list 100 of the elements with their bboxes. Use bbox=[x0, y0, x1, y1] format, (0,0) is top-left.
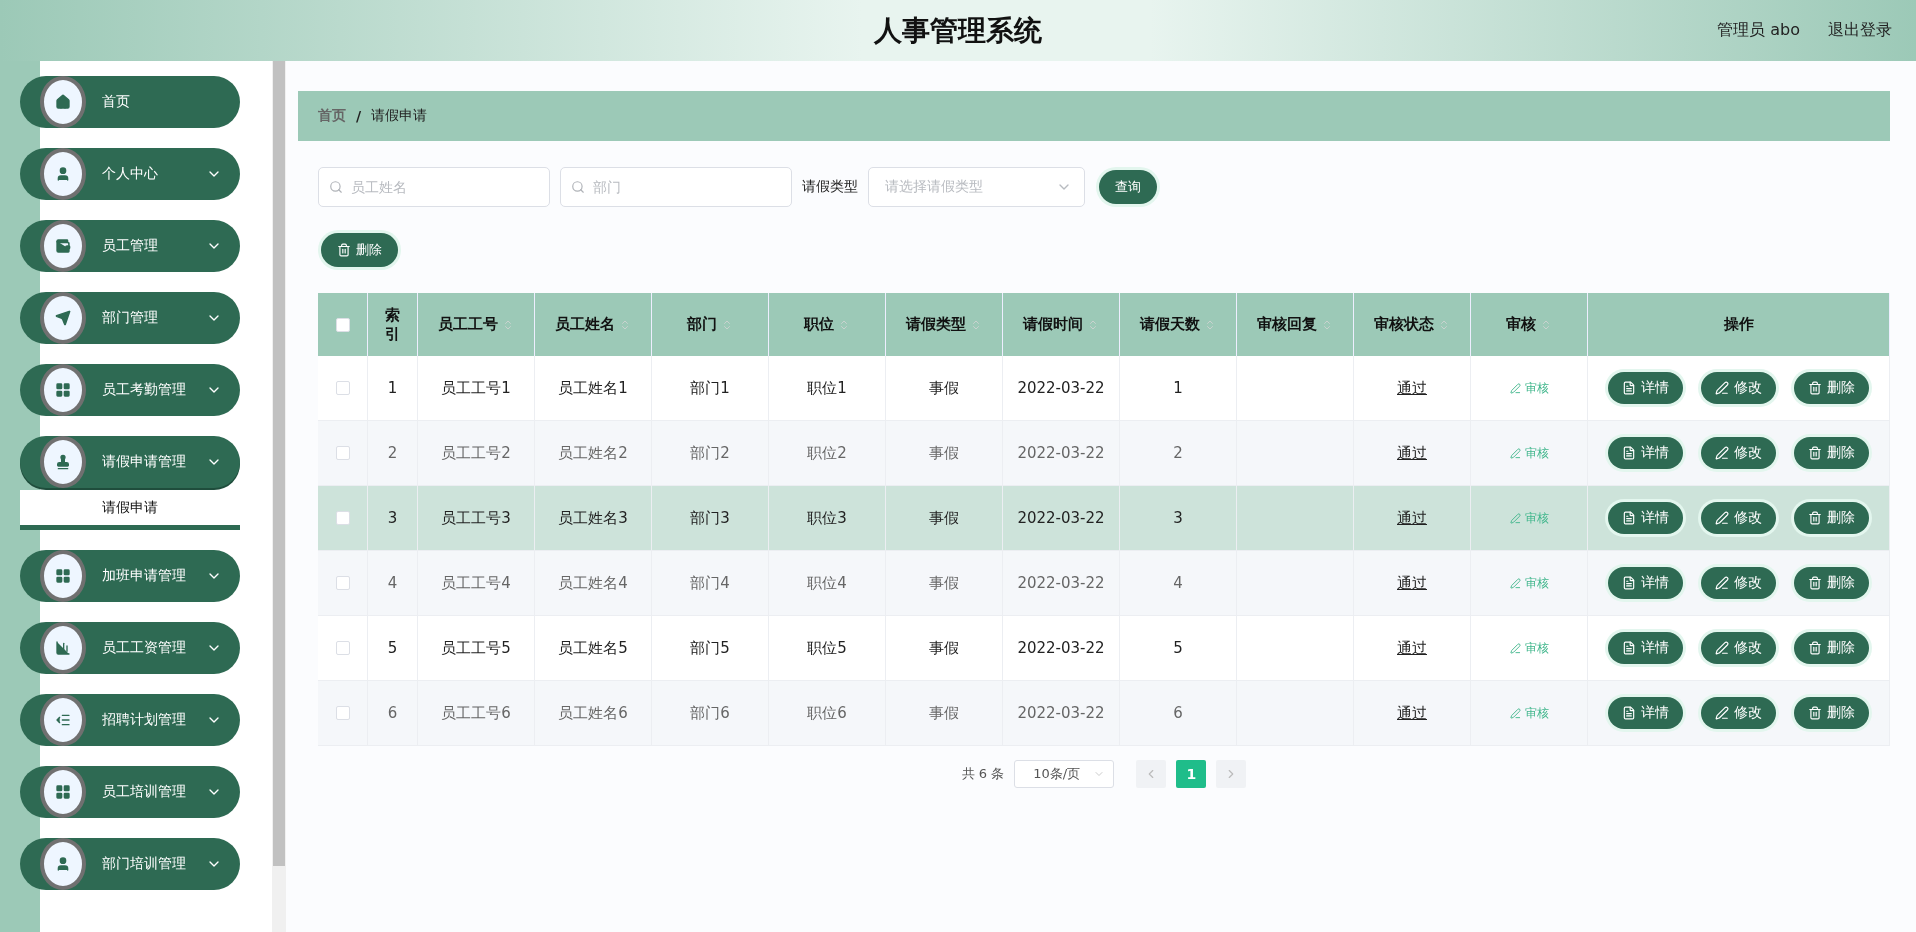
table-cell: 2 bbox=[368, 421, 418, 486]
document-icon bbox=[1622, 706, 1636, 720]
submenu-item[interactable]: 请假申请 bbox=[20, 490, 240, 530]
table-cell: 部门1 bbox=[652, 356, 769, 421]
user-icon bbox=[55, 856, 71, 872]
sort-icon[interactable] bbox=[619, 318, 631, 331]
row-checkbox[interactable] bbox=[335, 381, 350, 395]
next-page-button[interactable] bbox=[1216, 760, 1247, 788]
column-header[interactable]: 请假天数 bbox=[1120, 293, 1237, 356]
row-checkbox[interactable] bbox=[335, 511, 350, 525]
details-button[interactable]: 详情 bbox=[1608, 437, 1683, 469]
table-cell: 员工工号5 bbox=[418, 616, 535, 681]
sort-icon[interactable] bbox=[970, 318, 982, 331]
column-header[interactable]: 审核 bbox=[1471, 293, 1588, 356]
delete-button[interactable]: 删除 bbox=[321, 233, 398, 267]
sort-icon[interactable] bbox=[502, 318, 514, 331]
edit-button[interactable]: 修改 bbox=[1701, 437, 1776, 469]
table-cell: 2 bbox=[1120, 421, 1237, 486]
details-button[interactable]: 详情 bbox=[1608, 632, 1683, 664]
details-button[interactable]: 详情 bbox=[1608, 372, 1683, 404]
delete-button[interactable]: 删除 bbox=[1794, 502, 1869, 534]
sort-icon[interactable] bbox=[721, 318, 733, 331]
row-checkbox[interactable] bbox=[335, 641, 350, 655]
menu-item[interactable]: 招聘计划管理 bbox=[20, 694, 240, 746]
delete-button[interactable]: 删除 bbox=[1794, 697, 1869, 729]
table-cell: 3 bbox=[368, 486, 418, 551]
breadcrumb-link[interactable]: 请假申请 bbox=[371, 107, 428, 125]
details-button[interactable]: 详情 bbox=[1608, 502, 1683, 534]
table-cell: 员工工号4 bbox=[418, 551, 535, 616]
column-header: 索引 bbox=[368, 293, 418, 356]
pencil-icon bbox=[1715, 446, 1729, 460]
sort-icon[interactable] bbox=[838, 318, 850, 331]
edit-button[interactable]: 修改 bbox=[1701, 567, 1776, 599]
sort-icon[interactable] bbox=[1321, 318, 1333, 331]
column-header[interactable]: 员工工号 bbox=[418, 293, 535, 356]
table-cell: 部门5 bbox=[652, 616, 769, 681]
sort-icon[interactable] bbox=[1087, 318, 1099, 331]
leave-type-label: 请假类型 bbox=[802, 178, 858, 196]
search-button[interactable]: 查询 bbox=[1099, 170, 1157, 204]
column-header[interactable]: 审核状态 bbox=[1354, 293, 1471, 356]
pencil-icon bbox=[1715, 706, 1729, 720]
menu-item[interactable]: 员工工资管理 bbox=[20, 622, 240, 674]
row-checkbox[interactable] bbox=[335, 706, 350, 720]
column-header[interactable]: 员工姓名 bbox=[535, 293, 652, 356]
column-header[interactable]: 请假时间 bbox=[1003, 293, 1120, 356]
table-cell: 职位6 bbox=[769, 681, 886, 746]
menu-item[interactable]: 员工管理 bbox=[20, 220, 240, 272]
details-button[interactable]: 详情 bbox=[1608, 697, 1683, 729]
table-cell: 6 bbox=[1120, 681, 1237, 746]
edit-button[interactable]: 修改 bbox=[1701, 372, 1776, 404]
table-cell: 通过 bbox=[1354, 356, 1471, 421]
delete-button[interactable]: 删除 bbox=[1794, 372, 1869, 404]
table-cell: 部门6 bbox=[652, 681, 769, 746]
scrollbar-thumb[interactable] bbox=[273, 61, 285, 866]
name-search-field[interactable]: 员工姓名 bbox=[318, 167, 550, 207]
grid-icon bbox=[55, 568, 71, 584]
select-all-checkbox[interactable] bbox=[335, 317, 350, 332]
menu-item[interactable]: 员工考勤管理 bbox=[20, 364, 240, 416]
row-checkbox[interactable] bbox=[335, 446, 350, 460]
trash-icon bbox=[1808, 511, 1822, 525]
department-input[interactable]: 部门 bbox=[591, 178, 781, 196]
trash-icon bbox=[1808, 381, 1822, 395]
table-cell: 员工姓名6 bbox=[535, 681, 652, 746]
sort-icon[interactable] bbox=[1204, 318, 1216, 331]
delete-button[interactable]: 删除 bbox=[1794, 567, 1869, 599]
column-header[interactable]: 部门 bbox=[652, 293, 769, 356]
delete-button[interactable]: 删除 bbox=[1794, 437, 1869, 469]
trash-icon bbox=[337, 243, 351, 257]
table-cell: 1 bbox=[368, 356, 418, 421]
page-size-select[interactable]: 10条/页 bbox=[1014, 760, 1115, 788]
column-header[interactable]: 请假类型 bbox=[886, 293, 1003, 356]
table-cell: 5 bbox=[368, 616, 418, 681]
delete-button[interactable]: 删除 bbox=[1794, 632, 1869, 664]
trash-icon bbox=[1808, 641, 1822, 655]
menu-item[interactable]: 首页 bbox=[20, 76, 240, 128]
department-search-field[interactable]: 部门 bbox=[560, 167, 792, 207]
column-header[interactable]: 审核回复 bbox=[1237, 293, 1354, 356]
row-checkbox[interactable] bbox=[335, 576, 350, 590]
edit-button[interactable]: 修改 bbox=[1701, 632, 1776, 664]
menu-item[interactable]: 员工培训管理 bbox=[20, 766, 240, 818]
menu-item[interactable]: 个人中心 bbox=[20, 148, 240, 200]
column-header[interactable]: 职位 bbox=[769, 293, 886, 356]
sort-icon[interactable] bbox=[1438, 318, 1450, 331]
edit-button[interactable]: 修改 bbox=[1701, 502, 1776, 534]
name-input[interactable]: 员工姓名 bbox=[349, 178, 539, 196]
pencil-icon bbox=[1715, 641, 1729, 655]
menu-item[interactable]: 请假申请管理 bbox=[20, 436, 240, 488]
list-icon bbox=[55, 712, 71, 728]
menu-item[interactable]: 部门培训管理 bbox=[20, 838, 240, 890]
breadcrumb-separator: / bbox=[356, 108, 362, 124]
menu-item[interactable]: 加班申请管理 bbox=[20, 550, 240, 602]
details-button[interactable]: 详情 bbox=[1608, 567, 1683, 599]
table-cell: 员工姓名2 bbox=[535, 421, 652, 486]
logout-link[interactable]: 退出登录 bbox=[1828, 20, 1892, 41]
table-cell: 员工工号3 bbox=[418, 486, 535, 551]
prev-page-button[interactable] bbox=[1136, 760, 1167, 788]
sort-icon[interactable] bbox=[1540, 318, 1552, 331]
table-cell: 员工姓名3 bbox=[535, 486, 652, 551]
edit-button[interactable]: 修改 bbox=[1701, 697, 1776, 729]
menu-item[interactable]: 部门管理 bbox=[20, 292, 240, 344]
